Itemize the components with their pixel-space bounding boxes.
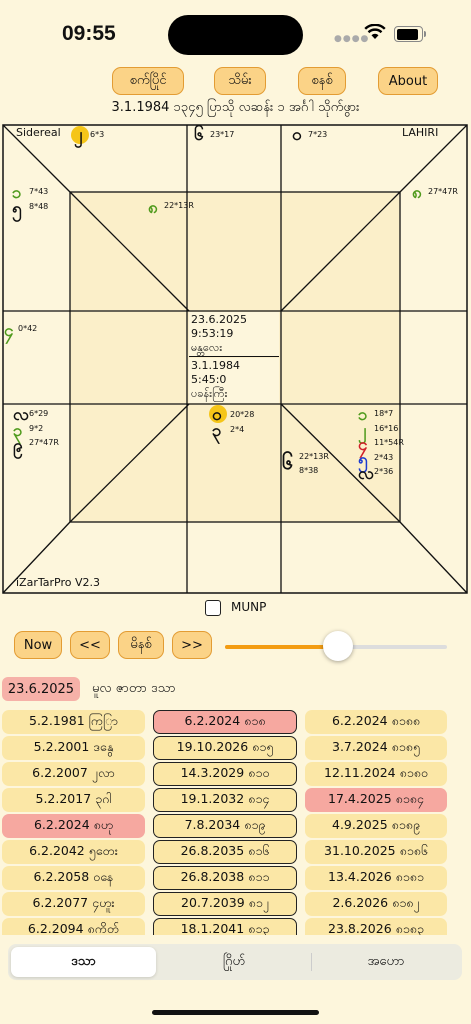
home-indicator — [152, 1010, 319, 1015]
chart-system-label: Sidereal — [16, 126, 61, 139]
wifi-icon — [364, 24, 386, 39]
birth-date: 3.1.1984 — [191, 359, 240, 372]
planet-degree: 8*38 — [299, 466, 319, 475]
dynamic-island — [168, 15, 303, 55]
bhukti-cell[interactable]: 14.3.2029 ၈၁၀ — [153, 762, 297, 786]
bhukti-cell[interactable]: 26.8.2038 ၈၁၁ — [153, 866, 297, 890]
tab-divider — [311, 953, 312, 971]
planet-glyph: ၈ — [412, 183, 422, 203]
time-slider-knob[interactable] — [323, 631, 353, 661]
planet-degree: 7*43 — [29, 187, 49, 196]
current-place: မန္တလေး — [191, 341, 223, 354]
dasa-cell[interactable]: 6.2.2024 ၈ဟု — [2, 814, 145, 838]
planet-glyph: လ — [358, 464, 374, 484]
planet-degree: 9*2 — [29, 424, 44, 433]
dasa-cell[interactable]: 5.2.1981 ကြြာ — [2, 710, 145, 734]
planet-glyph: ၄ — [4, 321, 14, 341]
bhukti-cell[interactable]: 19.10.2026 ၈၁၅ — [153, 736, 297, 760]
current-time-box: 23.6.2025 9:53:19 မန္တလေး — [189, 312, 279, 357]
dasa-cell[interactable]: 5.2.2001 ဒနွေ — [2, 736, 145, 760]
birth-place: ပခန်းကြီး — [191, 387, 228, 400]
bhukti-cell[interactable]: 7.8.2034 ၈၁၉ — [153, 814, 297, 838]
birth-info: 3.1.1984 ၁၃၄၅ ပြာသို လဆန်း ၁ အင်္ဂါ သိုက… — [111, 100, 360, 115]
birth-time: 5:45:0 — [191, 373, 227, 386]
next-button[interactable]: >> — [172, 631, 212, 659]
planet-glyph: ၅ — [12, 199, 22, 219]
bhukti-cell[interactable]: 19.1.2032 ၈၁၄ — [153, 788, 297, 812]
parallel-button[interactable]: စက်ပြိုင် — [112, 67, 184, 95]
status-time: 09:55 — [62, 22, 116, 45]
now-button[interactable]: Now — [14, 631, 62, 659]
bhukti-cell[interactable]: 18.1.2041 ၈၁၃ — [153, 918, 297, 935]
dasa-cell[interactable]: 6.2.2058 ၀နေ — [2, 866, 145, 890]
antara-cell[interactable]: 31.10.2025 ၈၁၈၆ — [305, 840, 447, 864]
dasa-cell[interactable]: 6.2.2077 ၄ဟူး — [2, 892, 145, 916]
antara-cell[interactable]: 13.4.2026 ၈၁၈၁ — [305, 866, 447, 890]
planet-degree: 27*47R — [428, 187, 458, 196]
dasa-cell[interactable]: 6.2.2007 ၂လာ — [2, 762, 145, 786]
dasa-cell[interactable]: 6.2.2042 ၅တေး — [2, 840, 145, 864]
antara-cell[interactable]: 23.8.2026 ၈၁၈၃ — [305, 918, 447, 935]
planet-degree: 7*23 — [308, 130, 328, 139]
bhukti-cell[interactable]: 26.8.2035 ၈၁၆ — [153, 840, 297, 864]
planet-degree: 16*16 — [374, 424, 399, 433]
tab-planets[interactable]: ဂြိုဟ် — [160, 947, 308, 977]
chart-version-label: iZarTarPro V2.3 — [16, 576, 100, 589]
planet-glyph: ၀ — [292, 125, 302, 145]
save-button[interactable]: သိမ်း — [214, 67, 266, 95]
segmented-tabs: ဒသာ ဂြိုဟ် အဟော — [8, 944, 462, 980]
planet-degree: 6*29 — [29, 409, 49, 418]
tab-prediction[interactable]: အဟော — [313, 947, 459, 977]
planet-degree: 22*13R — [299, 452, 329, 461]
horoscope-chart[interactable]: Sidereal LAHIRI iZarTarPro V2.3 ၂ 6*3 ၆ … — [2, 124, 468, 594]
planet-glyph: ၉ — [13, 436, 23, 456]
planet-degree: 20*28 — [230, 410, 255, 419]
planet-glyph: ၆ — [282, 450, 294, 474]
current-time: 9:53:19 — [191, 327, 234, 340]
dasa-list[interactable]: 5.2.1981 ကြြာ 5.2.2001 ဒနွေ 6.2.2007 ၂လာ… — [0, 708, 471, 935]
birth-time-box: 3.1.1984 5:45:0 ပခန်းကြီး — [189, 358, 279, 403]
about-button[interactable]: About — [378, 67, 438, 95]
dasa-cell[interactable]: 6.2.2094 ၈ကိတ် — [2, 918, 145, 935]
planet-glyph: ၂ — [74, 125, 83, 145]
current-date: 23.6.2025 — [191, 313, 247, 326]
planet-degree: 23*17 — [210, 130, 235, 139]
planet-degree: 2*43 — [374, 453, 394, 462]
minute-button[interactable]: မိနစ် — [118, 631, 164, 659]
dasa-date-badge[interactable]: 23.6.2025 — [2, 677, 80, 701]
chart-ayanamsa-label: LAHIRI — [402, 126, 439, 139]
planet-degree: 8*48 — [29, 202, 49, 211]
antara-cell[interactable]: 3.7.2024 ၈၁၈၅ — [305, 736, 447, 760]
antara-cell[interactable]: 17.4.2025 ၈၁၈၄ — [305, 788, 447, 812]
planet-degree: 11*54R — [374, 438, 404, 447]
planet-degree: 0*42 — [18, 324, 38, 333]
munp-label: MUNP — [231, 600, 267, 614]
munp-checkbox[interactable] — [205, 600, 221, 616]
antara-cell[interactable]: 12.11.2024 ၈၁၈၀ — [305, 762, 447, 786]
planet-degree: 27*47R — [29, 438, 59, 447]
prev-button[interactable]: << — [70, 631, 110, 659]
bhukti-cell[interactable]: 6.2.2024 ၈၁၈ — [153, 710, 297, 734]
time-slider-fill — [225, 645, 337, 649]
planet-glyph: ၈ — [148, 198, 158, 218]
system-button[interactable]: စနစ် — [298, 67, 346, 95]
dasa-title: မူလ ဇာတာ ဒသာ — [92, 681, 176, 696]
planet-glyph: ၆ — [194, 125, 204, 145]
dasa-cell[interactable]: 5.2.2017 ၃ဂါ — [2, 788, 145, 812]
antara-cell[interactable]: 6.2.2024 ၈၁၈၈ — [305, 710, 447, 734]
planet-degree: 2*36 — [374, 467, 394, 476]
battery-icon — [394, 26, 423, 42]
planet-degree: 2*4 — [230, 425, 245, 434]
planet-glyph: ၃ — [212, 421, 222, 441]
bhukti-cell[interactable]: 20.7.2039 ၈၁၂ — [153, 892, 297, 916]
planet-degree: 6*3 — [90, 130, 105, 139]
antara-cell[interactable]: 4.9.2025 ၈၁၈၉ — [305, 814, 447, 838]
antara-cell[interactable]: 2.6.2026 ၈၁၈၂ — [305, 892, 447, 916]
battery-tip — [424, 31, 426, 37]
planet-degree: 22*13R — [164, 201, 194, 210]
tab-dasa[interactable]: ဒသာ — [11, 947, 156, 977]
planet-degree: 18*7 — [374, 409, 394, 418]
